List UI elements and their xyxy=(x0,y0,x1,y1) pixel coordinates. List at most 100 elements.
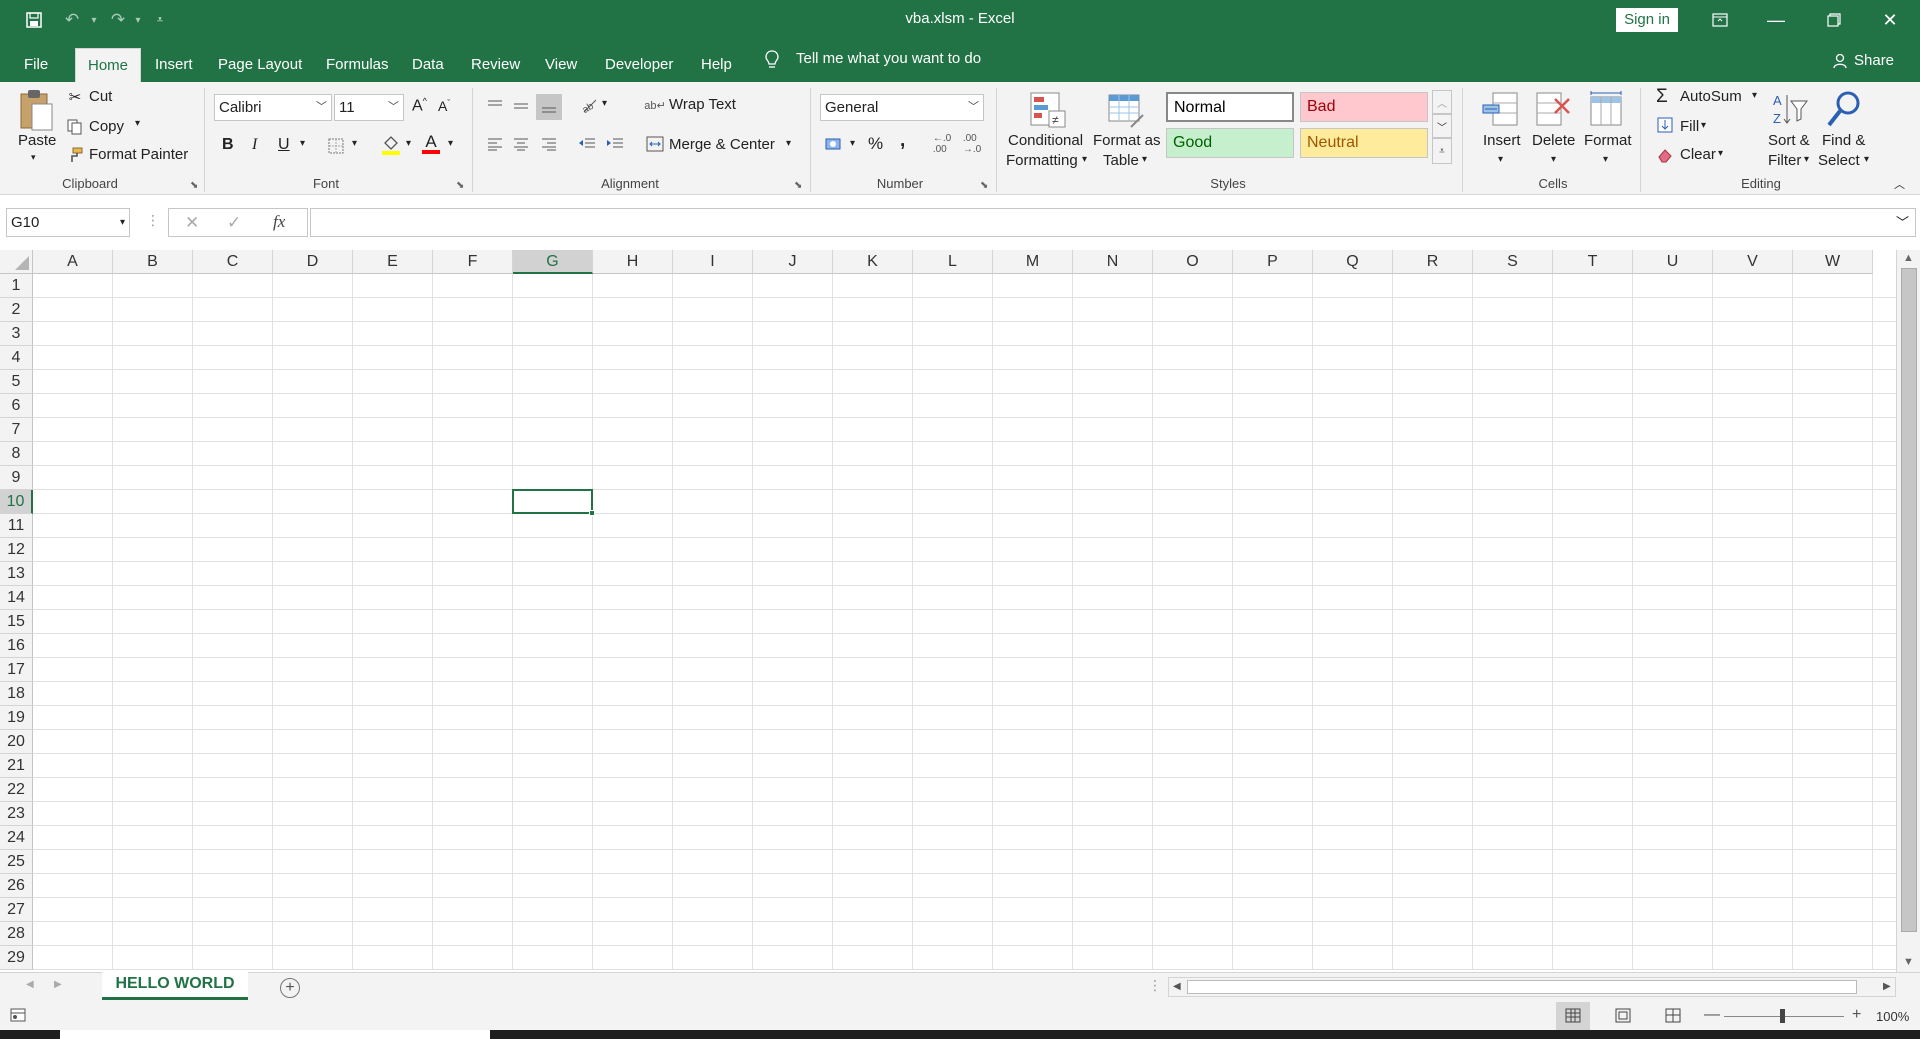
paste-button[interactable]: Paste xyxy=(18,132,56,149)
row-header[interactable]: 19 xyxy=(0,706,33,730)
column-header[interactable]: R xyxy=(1393,250,1473,274)
font-color-icon[interactable]: A xyxy=(420,132,442,156)
style-bad[interactable]: Bad xyxy=(1300,92,1428,122)
row-header[interactable]: 13 xyxy=(0,562,33,586)
format-cells-icon[interactable] xyxy=(1586,90,1626,130)
alignment-launcher-icon[interactable]: ⬊ xyxy=(794,180,802,191)
clipboard-launcher-icon[interactable]: ⬊ xyxy=(190,180,198,191)
column-header[interactable]: V xyxy=(1713,250,1793,274)
bottom-align-icon[interactable] xyxy=(536,94,562,120)
enter-icon[interactable]: ✓ xyxy=(227,213,241,233)
increase-font-size-icon[interactable]: A^ xyxy=(412,96,427,115)
borders-dropdown-icon[interactable]: ▾ xyxy=(352,138,357,149)
tab-developer[interactable]: Developer xyxy=(595,48,683,82)
row-header[interactable]: 23 xyxy=(0,802,33,826)
zoom-out-icon[interactable]: — xyxy=(1704,1006,1720,1024)
row-header[interactable]: 29 xyxy=(0,946,33,970)
expand-formula-bar-icon[interactable]: ﹀ xyxy=(1896,212,1909,231)
vertical-scrollbar[interactable]: ▲ ▼ xyxy=(1896,250,1920,972)
worksheet-grid[interactable]: ABCDEFGHIJKLMNOPQRSTUVW 1 2 3 4 5 6 7 8 9 10 11 12 1… xyxy=(0,250,1920,972)
underline-dropdown-icon[interactable]: ▾ xyxy=(300,138,305,149)
wrap-text-icon[interactable]: ab↵ xyxy=(644,96,665,114)
page-layout-view-button[interactable] xyxy=(1606,1002,1640,1030)
style-normal[interactable]: Normal xyxy=(1166,92,1294,122)
zoom-slider-thumb[interactable] xyxy=(1780,1009,1785,1023)
more-options-icon[interactable]: ⋮ xyxy=(146,212,160,229)
row-header[interactable]: 3 xyxy=(0,322,33,346)
accounting-dropdown-icon[interactable]: ▾ xyxy=(850,138,855,149)
scroll-right-icon[interactable]: ▶ xyxy=(1883,981,1891,992)
orientation-dropdown-icon[interactable]: ▾ xyxy=(602,98,607,109)
row-header[interactable]: 2 xyxy=(0,298,33,322)
macro-recording-icon[interactable] xyxy=(10,1008,26,1026)
decrease-indent-icon[interactable] xyxy=(576,134,598,154)
column-header[interactable]: J xyxy=(753,250,833,274)
bold-button[interactable]: B xyxy=(222,136,234,154)
copy-dropdown-icon[interactable]: ▾ xyxy=(135,118,140,129)
zoom-in-icon[interactable]: + xyxy=(1852,1006,1861,1024)
restore-icon[interactable] xyxy=(1806,0,1862,40)
column-header[interactable]: N xyxy=(1073,250,1153,274)
middle-align-icon[interactable] xyxy=(510,96,532,116)
column-header[interactable]: H xyxy=(593,250,673,274)
sort-filter-icon[interactable]: AZ xyxy=(1770,90,1810,130)
sort-filter-label[interactable]: Filter xyxy=(1768,152,1801,169)
horizontal-scroll-thumb[interactable] xyxy=(1187,980,1857,994)
increase-decimal-icon[interactable]: ←.0.00 xyxy=(930,133,954,155)
find-select-dropdown-icon[interactable]: ▾ xyxy=(1864,154,1869,165)
format-as-table-dropdown-icon[interactable]: ▾ xyxy=(1142,154,1147,165)
decrease-font-size-icon[interactable]: Aˇ xyxy=(438,98,450,114)
page-break-view-button[interactable] xyxy=(1656,1002,1690,1030)
align-center-icon[interactable] xyxy=(510,134,532,154)
fill-button[interactable]: Fill xyxy=(1680,118,1699,135)
fill-icon[interactable] xyxy=(1656,116,1674,134)
merge-dropdown-icon[interactable]: ▾ xyxy=(786,138,791,149)
normal-view-button[interactable] xyxy=(1556,1002,1590,1030)
row-header[interactable]: 17 xyxy=(0,658,33,682)
autosum-dropdown-icon[interactable]: ▾ xyxy=(1752,90,1757,101)
copy-icon[interactable] xyxy=(66,118,84,136)
number-format-combo[interactable]: General ﹀ xyxy=(820,94,984,121)
merge-center-button[interactable]: Merge & Center xyxy=(669,136,775,153)
conditional-formatting-label[interactable]: Formatting xyxy=(1006,152,1078,169)
tab-insert[interactable]: Insert xyxy=(145,48,203,82)
insert-cells-button[interactable]: Insert xyxy=(1483,132,1521,149)
delete-cells-button[interactable]: Delete xyxy=(1532,132,1575,149)
conditional-formatting-button[interactable]: Conditional xyxy=(1008,132,1083,149)
next-sheet-icon[interactable]: ▶ xyxy=(54,979,62,990)
column-header[interactable]: G xyxy=(513,250,593,274)
save-icon[interactable] xyxy=(22,8,46,32)
tab-split-handle-icon[interactable]: ⋮ xyxy=(1148,977,1162,994)
column-header[interactable]: A xyxy=(33,250,113,274)
merge-center-icon[interactable] xyxy=(644,134,666,154)
zoom-level[interactable]: 100% xyxy=(1876,1009,1909,1024)
scroll-down-icon[interactable]: ▼ xyxy=(1903,956,1914,968)
style-neutral[interactable]: Neutral xyxy=(1300,128,1428,158)
tab-file[interactable]: File xyxy=(14,48,58,82)
style-good[interactable]: Good xyxy=(1166,128,1294,158)
row-header[interactable]: 12 xyxy=(0,538,33,562)
column-header[interactable]: M xyxy=(993,250,1073,274)
format-as-table-button[interactable]: Format as xyxy=(1093,132,1161,149)
name-box[interactable]: G10 ▾ xyxy=(6,208,130,237)
prev-sheet-icon[interactable]: ◀ xyxy=(26,979,34,990)
styles-more-icon[interactable]: ⩡ xyxy=(1432,138,1452,164)
column-header[interactable]: W xyxy=(1793,250,1873,274)
column-header[interactable]: L xyxy=(913,250,993,274)
row-header[interactable]: 6 xyxy=(0,394,33,418)
minimize-icon[interactable]: — xyxy=(1748,0,1804,40)
decrease-decimal-icon[interactable]: .00 →.0 xyxy=(960,133,984,155)
conditional-formatting-icon[interactable]: ≠ xyxy=(1028,90,1068,130)
number-launcher-icon[interactable]: ⬊ xyxy=(980,180,988,191)
row-header[interactable]: 15 xyxy=(0,610,33,634)
tab-view[interactable]: View xyxy=(535,48,587,82)
scroll-up-icon[interactable]: ▲ xyxy=(1903,252,1914,264)
underline-button[interactable]: U xyxy=(278,136,290,154)
vertical-scroll-thumb[interactable] xyxy=(1901,268,1917,932)
column-header[interactable]: P xyxy=(1233,250,1313,274)
row-header[interactable]: 20 xyxy=(0,730,33,754)
formula-input[interactable]: ﹀ xyxy=(310,208,1916,237)
increase-indent-icon[interactable] xyxy=(604,134,626,154)
format-painter-icon[interactable] xyxy=(66,146,84,164)
find-select-label[interactable]: Select xyxy=(1818,152,1860,169)
